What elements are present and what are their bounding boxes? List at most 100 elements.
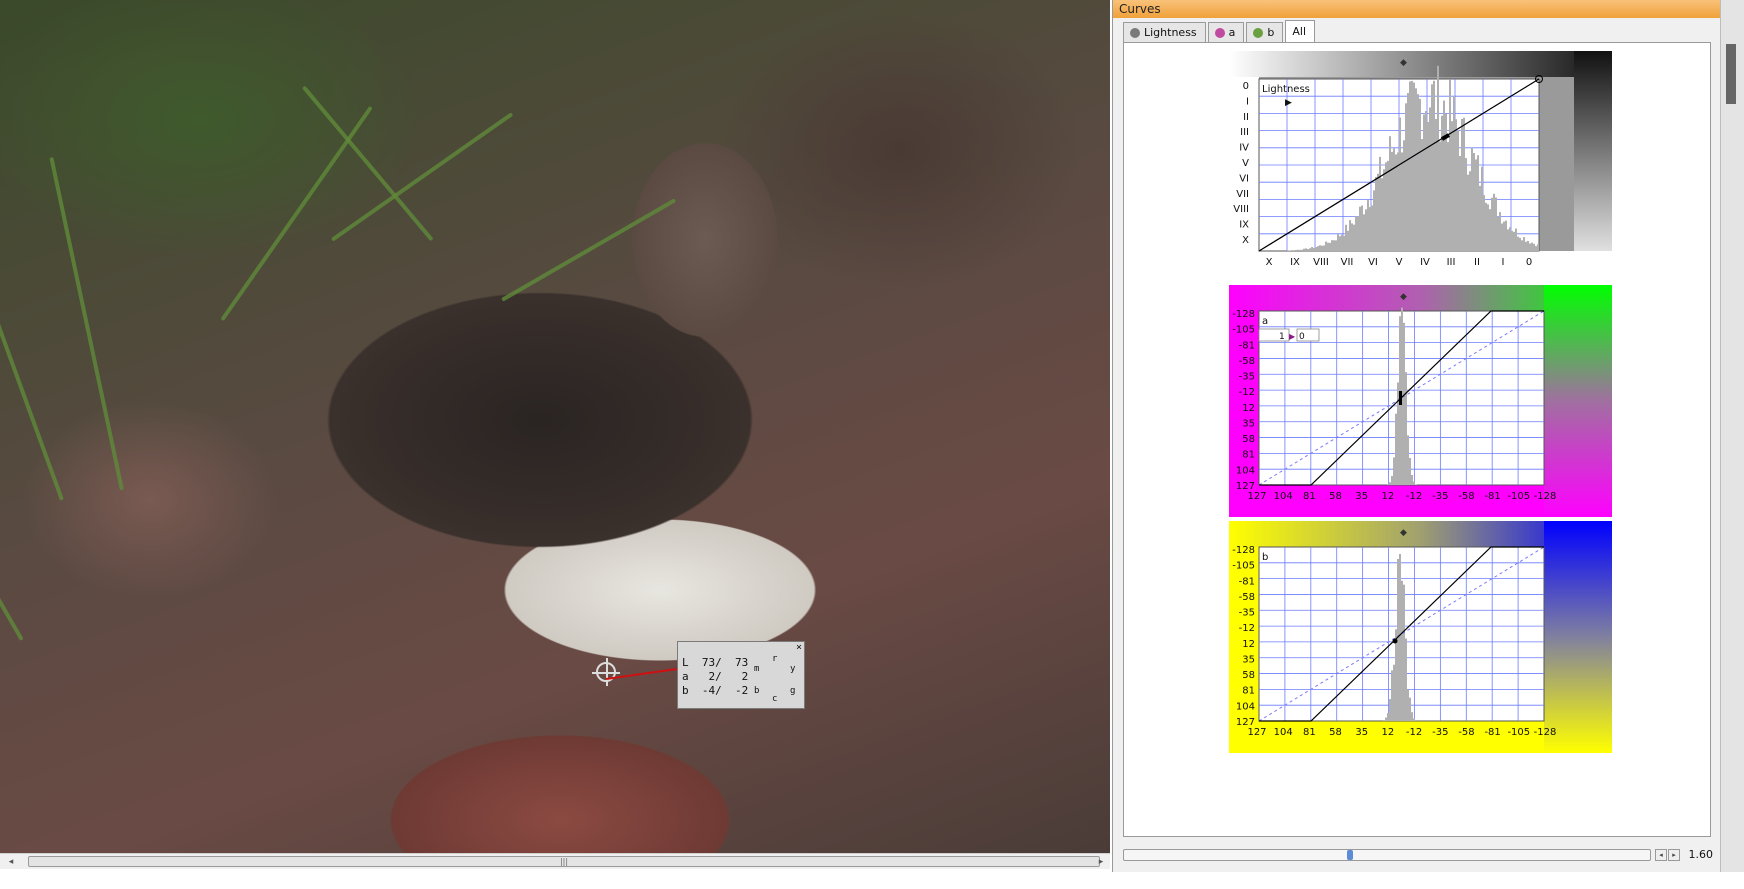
b-curve-svg[interactable]: b ◆ -128 -105 -81 -58 -35 -12 12 35 58 81 104 127 1… bbox=[1229, 521, 1612, 753]
channel-tabs: Lightness a b All bbox=[1123, 20, 1317, 42]
histogram-bar bbox=[1469, 171, 1471, 251]
tab-b[interactable]: b bbox=[1246, 22, 1284, 42]
histogram-bar bbox=[1443, 100, 1445, 251]
tab-lightness[interactable]: Lightness bbox=[1123, 22, 1206, 42]
histogram-bar bbox=[1401, 580, 1403, 721]
histogram-bar bbox=[1419, 98, 1421, 251]
y-tick-label: 58 bbox=[1242, 670, 1255, 681]
histogram-bar bbox=[1459, 155, 1461, 251]
panel-titlebar[interactable]: Curves bbox=[1113, 0, 1721, 18]
zoom-slider-track[interactable] bbox=[1123, 849, 1651, 861]
x-tick-label: 58 bbox=[1329, 491, 1342, 502]
histogram-bar bbox=[1411, 474, 1413, 485]
histogram-bar bbox=[1335, 240, 1337, 251]
curves-client-area: Lightness ▶ ◆ 0 I II III IV V VI VII VIII IX X X IX… bbox=[1123, 42, 1711, 837]
histogram-bar bbox=[1447, 142, 1449, 251]
zoom-increase-button[interactable]: ▸ bbox=[1668, 849, 1680, 861]
histogram-bar bbox=[1367, 200, 1369, 251]
histogram-bar bbox=[1507, 229, 1509, 251]
histogram-bar bbox=[1403, 584, 1405, 721]
zoom-slider-knob[interactable] bbox=[1347, 850, 1353, 860]
x-tick-label: I bbox=[1502, 257, 1505, 268]
tab-all[interactable]: All bbox=[1285, 20, 1316, 42]
histogram-bar bbox=[1379, 156, 1381, 251]
photo-horizontal-scrollbar[interactable]: ◂ ||| ▸ bbox=[0, 853, 1110, 869]
histogram-bar bbox=[1389, 699, 1391, 721]
close-icon[interactable]: × bbox=[796, 642, 802, 653]
scroll-left-icon[interactable]: ◂ bbox=[4, 855, 18, 869]
histogram-bar bbox=[1427, 121, 1429, 251]
x-tick-label: 12 bbox=[1382, 491, 1395, 502]
zoom-decrease-button[interactable]: ◂ bbox=[1655, 849, 1667, 861]
histogram-bar bbox=[1347, 230, 1349, 251]
probe-row-l: L 73/ 73 bbox=[682, 656, 749, 669]
x-tick-label: -12 bbox=[1406, 491, 1422, 502]
a-curve-svg[interactable]: a 1 ▶ 0 ◆ -128 -105 -81 -58 -35 -12 12 35 58 81 10… bbox=[1229, 285, 1612, 517]
a-input-value: 1 bbox=[1279, 332, 1285, 342]
histogram-bar bbox=[1293, 250, 1295, 251]
histogram-bar bbox=[1475, 159, 1477, 251]
histogram-bar bbox=[1415, 88, 1417, 251]
histogram-bar bbox=[1373, 190, 1375, 251]
ring-label-g: g bbox=[790, 686, 796, 696]
y-tick-label: -12 bbox=[1239, 387, 1255, 398]
x-tick-label: III bbox=[1447, 257, 1456, 268]
histogram-bar bbox=[1499, 212, 1501, 251]
histogram-bar bbox=[1395, 413, 1397, 485]
b-curve-box: b ◆ -128 -105 -81 -58 -35 -12 12 35 58 81 104 127 1… bbox=[1229, 521, 1612, 753]
histogram-bar bbox=[1311, 247, 1313, 251]
curves-panel: Curves Lightness a b All Lightness ▶ ◆ 0… bbox=[1112, 0, 1721, 872]
point-arrow-icon: ▶ bbox=[1285, 98, 1292, 108]
x-tick-label: 81 bbox=[1303, 727, 1316, 738]
x-tick-label: 104 bbox=[1274, 727, 1293, 738]
histogram-bar bbox=[1403, 322, 1405, 485]
scroll-right-icon[interactable]: ▸ bbox=[1094, 855, 1108, 869]
histogram-bar bbox=[1375, 176, 1377, 251]
histogram-bar bbox=[1331, 240, 1333, 251]
y-tick-label: 0 bbox=[1243, 81, 1249, 92]
histogram-bar bbox=[1387, 160, 1389, 251]
photo-canvas[interactable]: × L 73/ 73 a 2/ 2 b -4/ -2 m r y b c g bbox=[0, 0, 1110, 853]
histogram-bar bbox=[1471, 147, 1473, 251]
histogram-bar bbox=[1413, 718, 1415, 721]
histogram-bar bbox=[1411, 712, 1413, 721]
histogram-bar bbox=[1449, 79, 1451, 252]
tab-label: b bbox=[1267, 25, 1275, 39]
y-tick-label: 81 bbox=[1242, 686, 1255, 697]
histogram-bar bbox=[1383, 169, 1385, 251]
histogram-bar bbox=[1387, 484, 1389, 485]
histogram-bar bbox=[1483, 195, 1485, 251]
histogram-bar bbox=[1457, 130, 1459, 251]
y-tick-label: -105 bbox=[1232, 325, 1255, 336]
tab-label: Lightness bbox=[1144, 25, 1197, 39]
histogram-bar bbox=[1477, 155, 1479, 251]
lightness-curve-svg[interactable]: Lightness ▶ ◆ 0IIIIIIIVVVIVIIVIIIIXX X IX… bbox=[1229, 51, 1612, 281]
histogram-bar bbox=[1407, 435, 1409, 485]
histogram-bar bbox=[1405, 372, 1407, 485]
histogram-bar bbox=[1405, 638, 1407, 721]
histogram-bar bbox=[1371, 205, 1373, 251]
histogram-bar bbox=[1409, 457, 1411, 485]
histogram-bar bbox=[1355, 215, 1357, 251]
histogram-bar bbox=[1453, 96, 1455, 251]
histogram-bar bbox=[1339, 236, 1341, 251]
histogram-bar bbox=[1389, 136, 1391, 251]
histogram-bar bbox=[1405, 103, 1407, 251]
color-probe-readout[interactable]: × L 73/ 73 a 2/ 2 b -4/ -2 m r y b c g bbox=[677, 641, 805, 709]
y-tick-label: -105 bbox=[1232, 561, 1255, 572]
dock-handle[interactable] bbox=[1726, 44, 1736, 104]
histogram-bar bbox=[1535, 246, 1537, 251]
y-tick-label: IX bbox=[1239, 220, 1249, 231]
histogram-bar bbox=[1425, 111, 1427, 252]
arrow-icon: ▶ bbox=[1289, 332, 1296, 341]
histogram-bar bbox=[1391, 670, 1393, 721]
y-tick-label: V bbox=[1242, 158, 1249, 169]
x-tick-label: 0 bbox=[1526, 257, 1532, 268]
scroll-thumb[interactable]: ||| bbox=[28, 856, 1100, 867]
tab-a[interactable]: a bbox=[1207, 22, 1245, 42]
histogram-bar bbox=[1473, 152, 1475, 251]
histogram-bar bbox=[1463, 117, 1465, 251]
x-tick-label: -81 bbox=[1484, 727, 1500, 738]
histogram-bar bbox=[1415, 484, 1417, 485]
x-tick-label: V bbox=[1396, 257, 1403, 268]
